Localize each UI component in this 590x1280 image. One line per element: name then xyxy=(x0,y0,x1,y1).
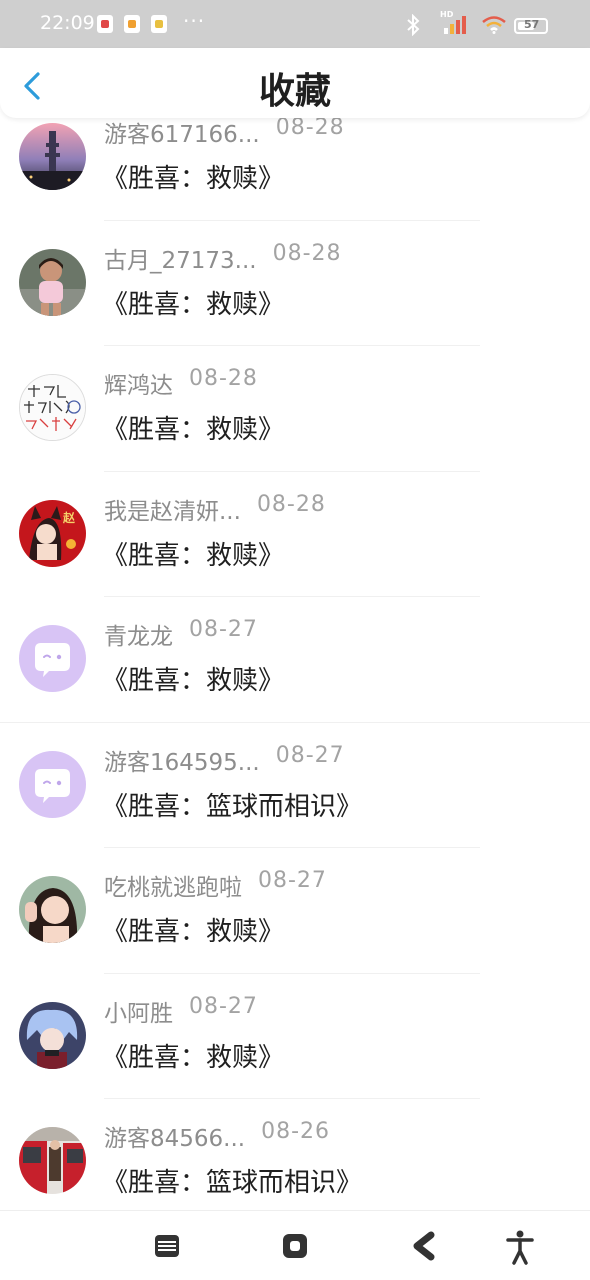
item-date: 08-27 xyxy=(258,868,327,893)
battery-icon: 57 xyxy=(514,18,548,34)
item-meta: 游客164595... 08-27 xyxy=(104,742,345,776)
user-name: 小阿胜 xyxy=(104,1000,173,1027)
item-meta: 我是赵清妍... 08-28 xyxy=(104,491,326,525)
list-item[interactable]: 青龙龙 08-27 《胜喜：救赎》 xyxy=(0,597,590,723)
item-meta: 青龙龙 08-27 xyxy=(104,617,258,650)
book-title: 《胜喜：救赎》 xyxy=(102,164,285,194)
notification-icon xyxy=(124,15,140,33)
page-title: 收藏 xyxy=(258,71,331,112)
avatar[interactable] xyxy=(19,123,86,190)
book-title: 《胜喜：篮球而相识》 xyxy=(102,1168,363,1198)
notification-icon xyxy=(97,15,113,33)
bluetooth-icon xyxy=(407,14,420,36)
item-date: 08-28 xyxy=(272,240,342,266)
avatar[interactable]: 赵 xyxy=(19,499,86,567)
user-name: 古月_27173... xyxy=(104,247,257,274)
favorites-list: 游客617166... 08-28 《胜喜：救赎》 古月_27173... 08-2… xyxy=(0,95,590,1225)
list-item[interactable]: 古月_27173... 08-28 《胜喜：救赎》 xyxy=(0,221,590,346)
list-item[interactable]: 吃桃就逃跑啦 08-27 《胜喜：救赎》 xyxy=(0,848,590,974)
user-name: 吃桃就逃跑啦 xyxy=(104,875,242,901)
avatar[interactable] xyxy=(19,374,86,441)
avatar[interactable] xyxy=(19,625,86,692)
item-meta: 游客617166... 08-28 xyxy=(104,115,345,148)
book-title: 《胜喜：救赎》 xyxy=(102,666,285,696)
menu-icon[interactable] xyxy=(155,1235,179,1257)
avatar[interactable] xyxy=(19,1127,86,1194)
user-name: 游客164595... xyxy=(104,749,260,776)
book-title: 《胜喜：救赎》 xyxy=(102,917,285,947)
book-title: 《胜喜：救赎》 xyxy=(102,540,285,571)
status-time: 22:09 xyxy=(40,12,95,34)
user-name: 我是赵清妍... xyxy=(104,498,241,525)
item-meta: 吃桃就逃跑啦 08-27 xyxy=(104,868,327,901)
user-name: 游客617166... xyxy=(104,122,260,148)
home-icon[interactable] xyxy=(283,1234,307,1258)
book-title: 《胜喜：篮球而相识》 xyxy=(102,791,363,822)
cellular-signal-icon: HD xyxy=(440,10,470,34)
user-name: 青龙龙 xyxy=(104,624,173,650)
more-notifications-icon: ··· xyxy=(183,9,206,33)
status-bar: 22:09 ··· HD 57 xyxy=(0,0,590,48)
item-meta: 小阿胜 08-27 xyxy=(104,993,258,1027)
item-date: 08-28 xyxy=(275,115,345,140)
item-meta: 游客84566... 08-26 xyxy=(104,1119,331,1152)
avatar[interactable] xyxy=(19,750,86,818)
item-meta: 古月_27173... 08-28 xyxy=(104,240,342,274)
hd-label: HD xyxy=(440,10,454,19)
item-date: 08-28 xyxy=(256,491,326,517)
avatar[interactable] xyxy=(19,248,86,316)
item-date: 08-27 xyxy=(189,617,258,642)
book-title: 《胜喜：救赎》 xyxy=(102,415,285,445)
book-title: 《胜喜：救赎》 xyxy=(102,289,285,320)
battery-level: 57 xyxy=(524,18,540,31)
item-meta: 辉鸿达 08-28 xyxy=(104,366,258,399)
item-date: 08-27 xyxy=(275,742,345,768)
list-item[interactable]: 辉鸿达 08-28 《胜喜：救赎》 xyxy=(0,346,590,472)
system-nav-bar xyxy=(0,1210,590,1280)
user-name: 辉鸿达 xyxy=(104,373,173,399)
wifi-icon xyxy=(482,16,506,34)
list-item[interactable]: 赵 我是赵清妍... 08-28 《胜喜：救赎》 xyxy=(0,472,590,597)
user-name: 游客84566... xyxy=(104,1126,246,1152)
accessibility-icon[interactable] xyxy=(505,1229,535,1265)
list-item[interactable]: 小阿胜 08-27 《胜喜：救赎》 xyxy=(0,974,590,1099)
svg-text:赵: 赵 xyxy=(62,510,76,525)
avatar[interactable] xyxy=(19,876,86,943)
item-date: 08-28 xyxy=(189,366,258,391)
item-date: 08-26 xyxy=(261,1119,331,1144)
avatar[interactable] xyxy=(19,1001,86,1069)
back-triangle-icon[interactable] xyxy=(411,1231,439,1261)
list-item[interactable]: 游客164595... 08-27 《胜喜：篮球而相识》 xyxy=(0,723,590,848)
item-date: 08-27 xyxy=(189,993,258,1019)
list-item[interactable]: 游客84566... 08-26 《胜喜：篮球而相识》 xyxy=(0,1099,590,1225)
notification-icon xyxy=(151,15,167,33)
page-header: 收藏 xyxy=(0,48,590,118)
book-title: 《胜喜：救赎》 xyxy=(102,1042,285,1073)
